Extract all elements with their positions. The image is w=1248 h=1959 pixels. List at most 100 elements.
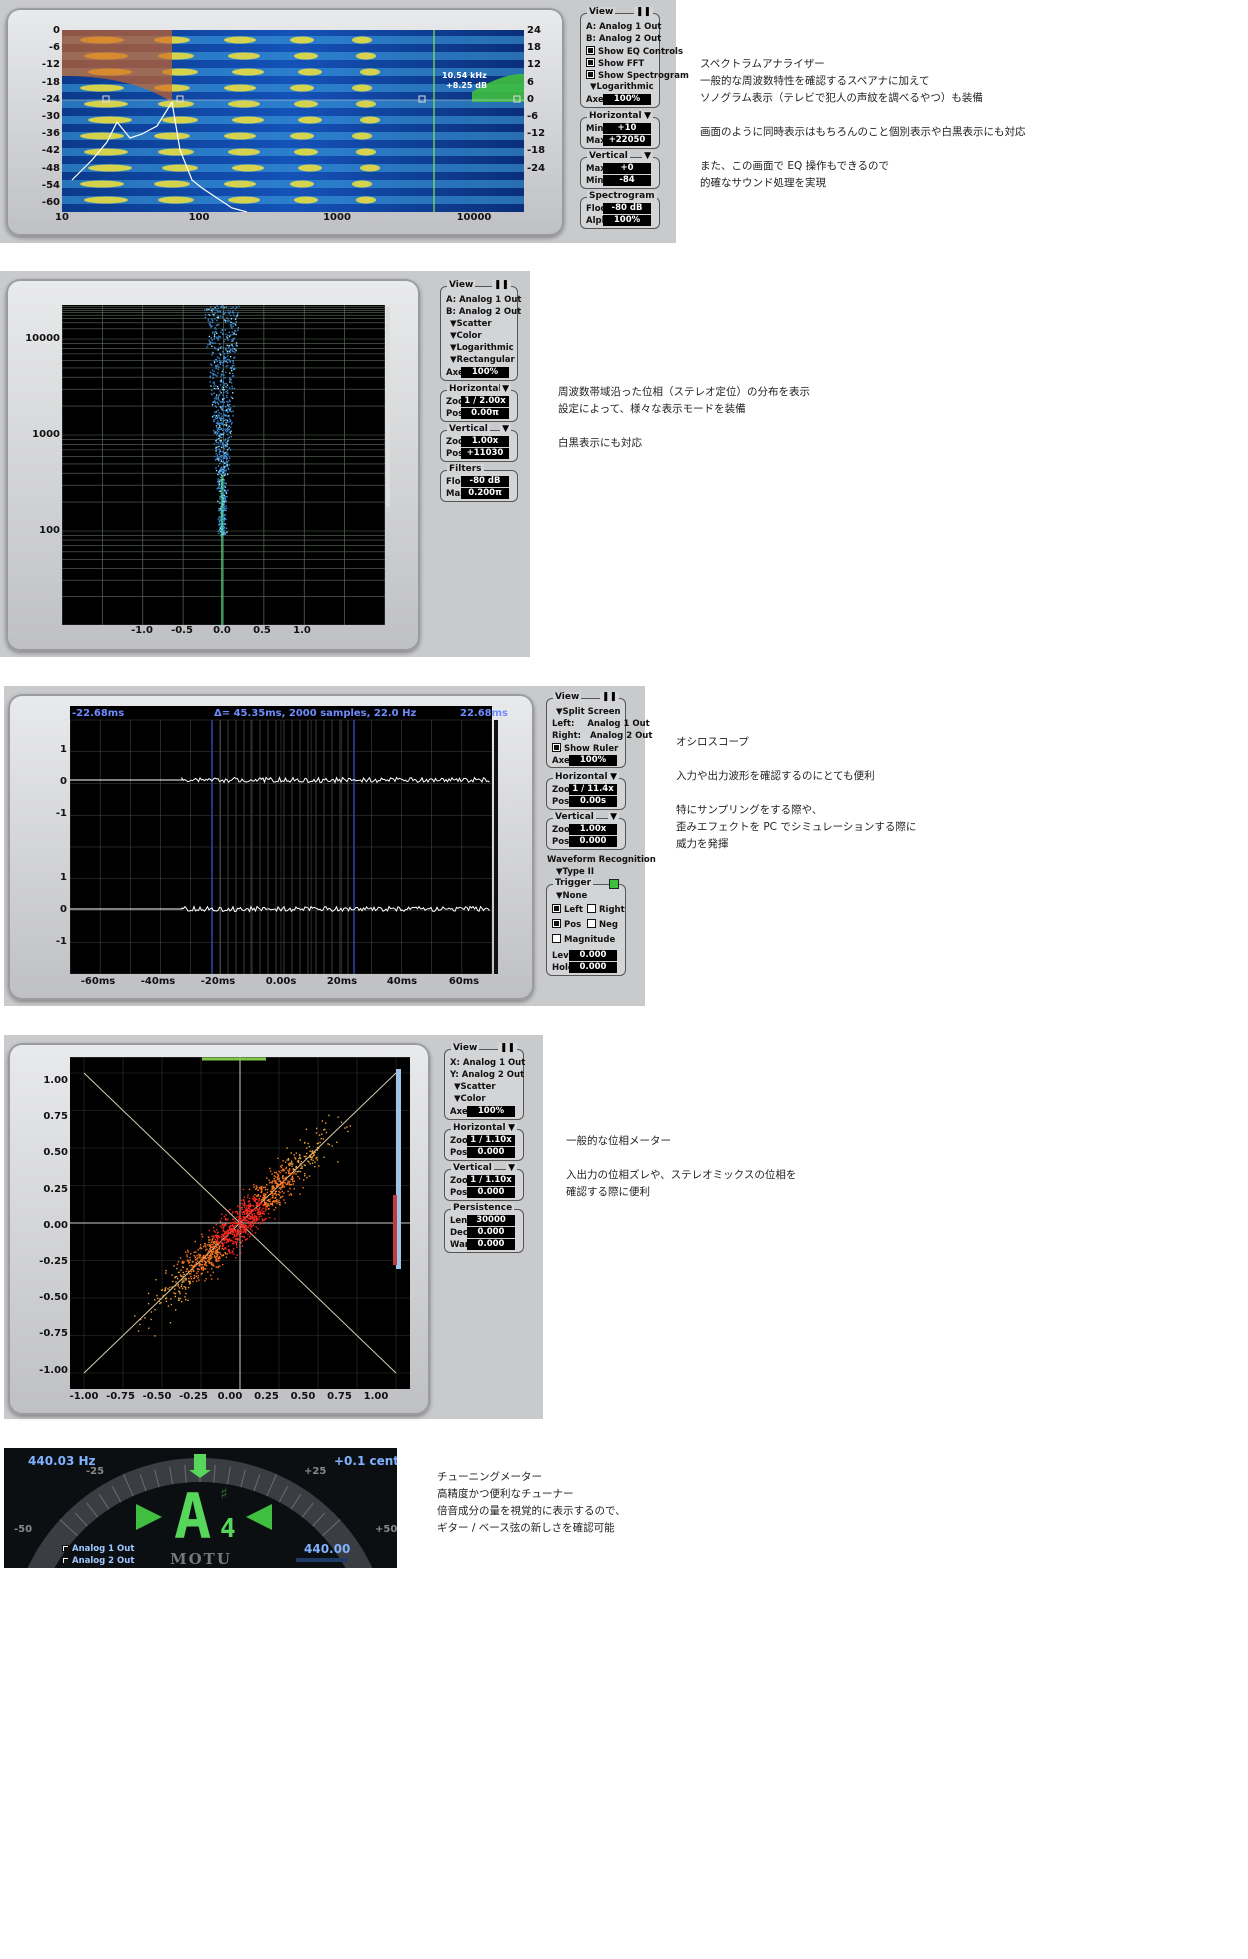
v-zoom-value[interactable]: 1.00x xyxy=(461,436,509,447)
h-zoom-value[interactable]: 1 / 1.10x xyxy=(467,1135,515,1146)
xy-point xyxy=(208,1244,210,1246)
trigger-left-checkbox[interactable]: Left xyxy=(552,904,583,915)
v-zoom-value[interactable]: 1 / 1.10x xyxy=(467,1175,515,1186)
right-source[interactable]: Right: Analog 2 Out xyxy=(552,731,652,741)
color-dropdown[interactable]: ▼Color xyxy=(450,331,482,341)
phase-point xyxy=(225,349,227,351)
h-zoom-value[interactable]: 1 / 11.4x xyxy=(569,784,617,795)
triangle-down-icon[interactable]: ▼ xyxy=(608,812,619,822)
holdoff-value[interactable]: 0.000 xyxy=(569,962,617,973)
checkbox-icon xyxy=(586,70,595,79)
color-dropdown[interactable]: ▼Color xyxy=(454,1094,486,1104)
show-eq-controls-checkbox[interactable]: Show EQ Controls xyxy=(586,46,683,57)
phase-display[interactable] xyxy=(62,305,385,625)
h-pos-value[interactable]: 0.00π xyxy=(461,408,509,419)
floor-value[interactable]: -80 dB xyxy=(603,203,651,214)
v-zoom-value[interactable]: 1.00x xyxy=(569,824,617,835)
floor-value[interactable]: -80 dB xyxy=(461,476,509,487)
triangle-down-icon[interactable]: ▼ xyxy=(506,1163,517,1173)
view-source-y[interactable]: Y: Analog 2 Out xyxy=(450,1070,524,1080)
axes-value[interactable]: 100% xyxy=(569,755,617,766)
xy-display[interactable] xyxy=(70,1057,410,1389)
xy-point xyxy=(261,1209,263,1211)
show-fft-checkbox[interactable]: Show FFT xyxy=(586,58,644,69)
scatter-dropdown[interactable]: ▼Scatter xyxy=(450,319,492,329)
phase-point xyxy=(223,353,226,355)
max-delta-value[interactable]: 0.200π xyxy=(461,488,509,499)
xy-point xyxy=(257,1194,260,1196)
triangle-down-icon[interactable]: ▼ xyxy=(500,384,511,394)
length-value[interactable]: 30000 xyxy=(467,1215,515,1226)
v-pos-value[interactable]: 0.000 xyxy=(569,836,617,847)
xy-point xyxy=(221,1223,224,1226)
decay-value[interactable]: 0.000 xyxy=(467,1227,515,1238)
trigger-right-checkbox[interactable]: Right xyxy=(587,904,625,915)
axes-value[interactable]: 100% xyxy=(461,367,509,378)
trigger-neg-checkbox[interactable]: Neg xyxy=(587,919,618,930)
v-min-value[interactable]: -84 xyxy=(603,175,651,186)
scope-display[interactable] xyxy=(70,706,492,974)
h-zoom-value[interactable]: 1 / 2.00x xyxy=(461,396,509,407)
v-pos-value[interactable]: 0.000 xyxy=(467,1187,515,1198)
alpha-value[interactable]: 100% xyxy=(603,215,651,226)
axes-value[interactable]: 100% xyxy=(603,94,651,105)
xy-point xyxy=(248,1207,251,1209)
show-spectrogram-checkbox[interactable]: Show Spectrogram xyxy=(586,70,689,81)
h-max-value[interactable]: +22050 xyxy=(603,135,651,146)
xy-point xyxy=(271,1194,274,1196)
phase-point xyxy=(228,425,230,427)
logarithmic-dropdown[interactable]: ▼Logarithmic xyxy=(450,343,514,353)
rectangular-dropdown[interactable]: ▼Rectangular xyxy=(450,355,515,365)
triangle-down-icon[interactable]: ▼ xyxy=(642,111,653,121)
scatter-dropdown[interactable]: ▼Scatter xyxy=(454,1082,496,1092)
triangle-down-icon[interactable]: ▼ xyxy=(500,424,511,434)
pause-icon[interactable]: ❚❚ xyxy=(633,7,653,17)
axes-value[interactable]: 100% xyxy=(467,1106,515,1117)
logarithmic-dropdown[interactable]: ▼Logarithmic xyxy=(590,82,654,92)
waveform-type-dropdown[interactable]: ▼Type II xyxy=(556,867,594,877)
pause-icon[interactable]: ❚❚ xyxy=(497,1043,517,1053)
tuner-source-1[interactable]: Analog 1 Out xyxy=(62,1544,134,1554)
trigger-mode-dropdown[interactable]: ▼None xyxy=(556,891,587,901)
xy-point xyxy=(313,1154,315,1156)
scope-scrollbar[interactable] xyxy=(494,720,498,974)
spectrum-display[interactable]: 10.54 kHz +8.25 dB xyxy=(62,30,524,212)
xy-point xyxy=(241,1226,243,1228)
trigger-pos-checkbox[interactable]: Pos xyxy=(552,919,581,930)
trigger-magnitude-checkbox[interactable]: Magnitude xyxy=(552,934,615,945)
show-ruler-checkbox[interactable]: Show Ruler xyxy=(552,743,618,754)
xy-point xyxy=(239,1209,242,1211)
phase-point xyxy=(218,485,220,487)
trigger-led-icon[interactable] xyxy=(609,879,619,889)
tuner-source-2[interactable]: Analog 2 Out xyxy=(62,1556,134,1566)
pause-icon[interactable]: ❚❚ xyxy=(491,280,511,290)
xy-point xyxy=(193,1254,195,1257)
h-min-value[interactable]: +10 xyxy=(603,123,651,134)
h-pos-value[interactable]: 0.000 xyxy=(467,1147,515,1158)
triangle-down-icon[interactable]: ▼ xyxy=(506,1123,517,1133)
h-pos-value[interactable]: 0.00s xyxy=(569,796,617,807)
xy-point xyxy=(218,1236,221,1239)
warp-value[interactable]: 0.000 xyxy=(467,1239,515,1250)
xy-point xyxy=(202,1257,204,1260)
view-source-a[interactable]: A: Analog 1 Out xyxy=(446,295,521,305)
reference-pitch[interactable]: 440.00 xyxy=(304,1542,350,1556)
tick-label: 0.00s xyxy=(265,976,297,987)
level-value[interactable]: 0.000 xyxy=(569,950,617,961)
xy-point xyxy=(236,1238,238,1241)
v-max-value[interactable]: +0 xyxy=(603,163,651,174)
xy-point xyxy=(233,1242,235,1245)
view-source-a[interactable]: A: Analog 1 Out xyxy=(586,22,661,32)
v-pos-value[interactable]: +11030 xyxy=(461,448,509,459)
triangle-down-icon[interactable]: ▼ xyxy=(608,772,619,782)
split-screen-dropdown[interactable]: ▼Split Screen xyxy=(556,707,621,717)
phase-point xyxy=(231,344,233,346)
left-source[interactable]: Left: Analog 1 Out xyxy=(552,719,650,729)
view-source-b[interactable]: B: Analog 2 Out xyxy=(586,34,661,44)
pause-icon[interactable]: ❚❚ xyxy=(599,692,619,702)
triangle-down-icon[interactable]: ▼ xyxy=(642,151,653,161)
xy-point xyxy=(186,1255,188,1258)
reference-slider[interactable] xyxy=(296,1558,348,1562)
view-source-b[interactable]: B: Analog 2 Out xyxy=(446,307,521,317)
view-source-x[interactable]: X: Analog 1 Out xyxy=(450,1058,525,1068)
